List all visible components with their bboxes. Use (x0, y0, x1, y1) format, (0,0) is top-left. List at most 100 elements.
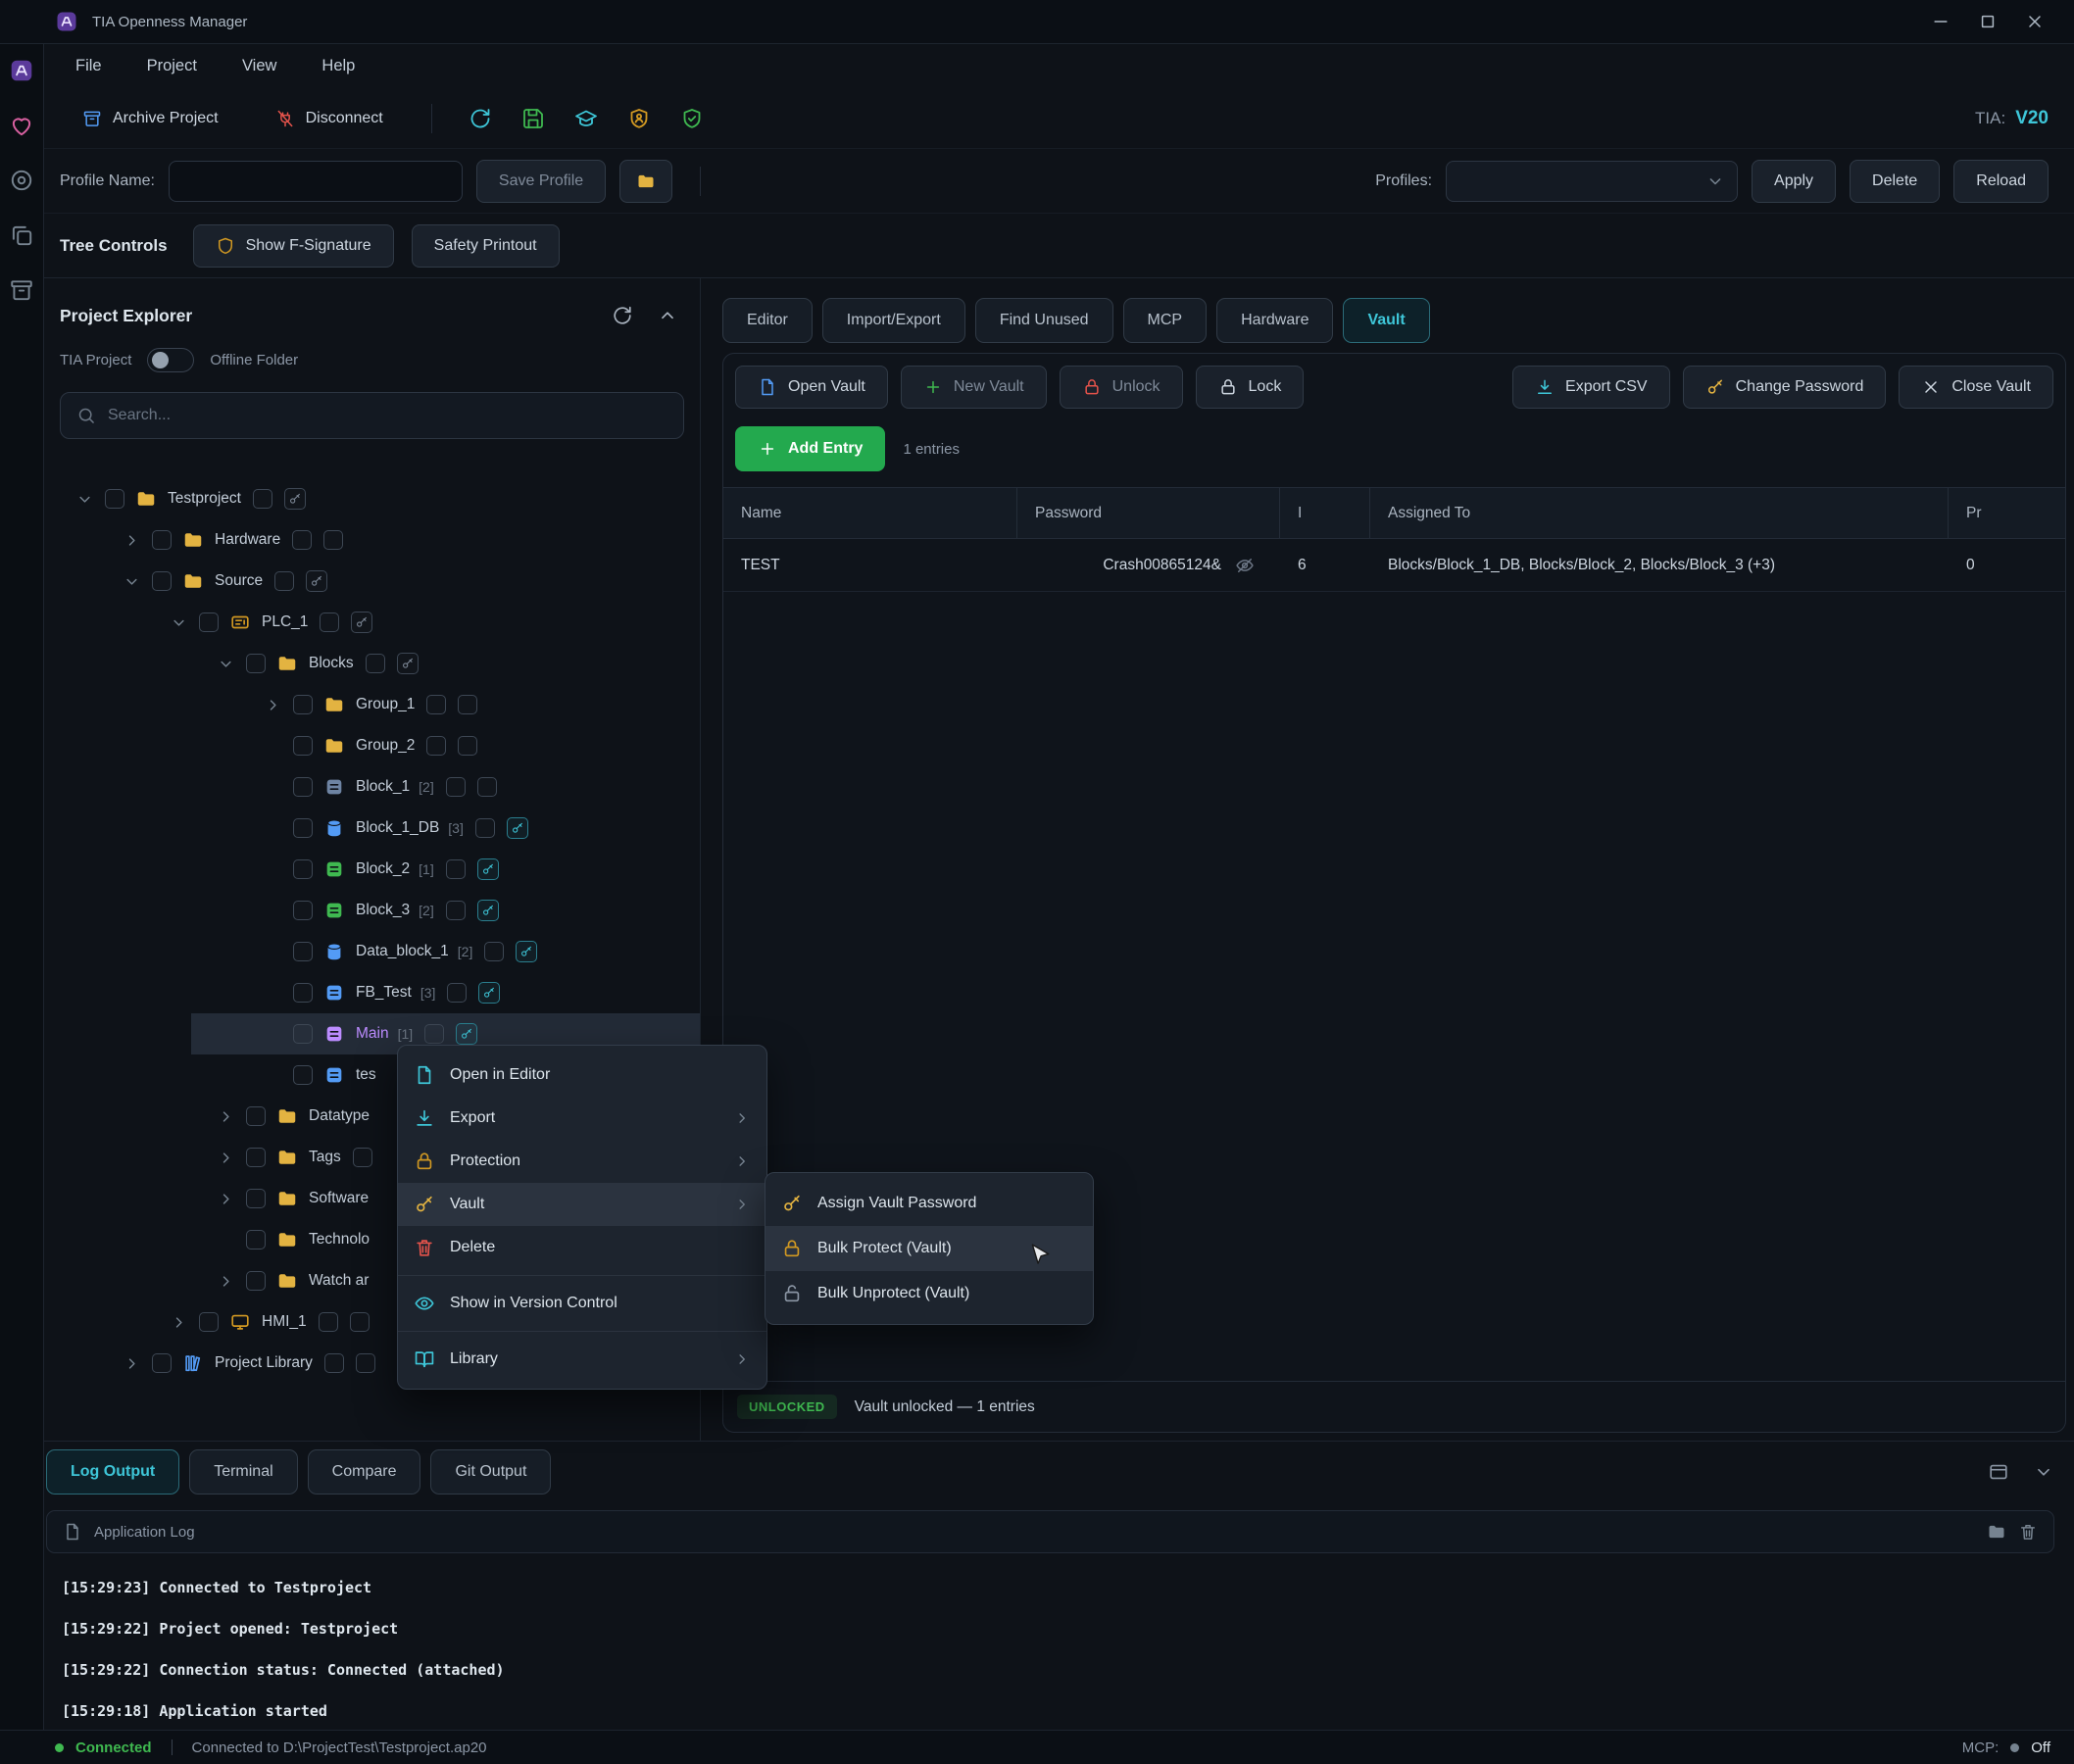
protection-checkbox[interactable] (426, 695, 446, 714)
chevron-right-icon[interactable] (260, 695, 285, 714)
tree-checkbox[interactable] (246, 654, 266, 673)
column-header-i[interactable]: I (1280, 488, 1370, 538)
protection-checkbox[interactable] (426, 736, 446, 756)
tree-checkbox[interactable] (246, 1148, 266, 1167)
protection-checkbox[interactable] (458, 736, 477, 756)
tree-item-group-1[interactable]: Group_1 (44, 684, 700, 725)
clear-log-icon[interactable] (2018, 1522, 2038, 1542)
tree-checkbox[interactable] (152, 530, 172, 550)
bottom-tab-terminal[interactable]: Terminal (189, 1449, 297, 1494)
protection-checkbox[interactable] (446, 901, 466, 920)
chevron-right-icon[interactable] (166, 1312, 191, 1332)
tree-checkbox[interactable] (246, 1106, 266, 1126)
show-f-signature-button[interactable]: Show F-Signature (193, 224, 394, 268)
menu-view[interactable]: View (242, 57, 276, 75)
rail-copy-button[interactable] (7, 220, 36, 250)
tree-checkbox[interactable] (293, 983, 313, 1003)
tab-hardware[interactable]: Hardware (1216, 298, 1333, 343)
tab-vault[interactable]: Vault (1343, 298, 1429, 343)
tree-checkbox[interactable] (293, 1065, 313, 1085)
menu-file[interactable]: File (75, 57, 102, 75)
vault-key-icon[interactable] (306, 570, 327, 592)
tree-item-block-1-db[interactable]: Block_1_DB[3] (44, 808, 700, 849)
protection-checkbox[interactable] (366, 654, 385, 673)
column-header-name[interactable]: Name (723, 488, 1017, 538)
chevron-down-icon[interactable] (72, 489, 97, 509)
tree-item-fb-test[interactable]: FB_Test[3] (44, 972, 700, 1013)
protection-checkbox[interactable] (356, 1353, 375, 1373)
archive-project-button[interactable]: Archive Project (60, 97, 241, 140)
close-vault-button[interactable]: Close Vault (1899, 366, 2053, 409)
open-log-folder-icon[interactable] (1987, 1522, 2006, 1542)
chevron-right-icon[interactable] (213, 1189, 238, 1208)
protection-checkbox[interactable] (350, 1312, 370, 1332)
search-input[interactable] (108, 407, 667, 424)
tree-checkbox[interactable] (199, 1312, 219, 1332)
protection-checkbox[interactable] (475, 818, 495, 838)
protection-checkbox[interactable] (484, 942, 504, 961)
tree-item-group-2[interactable]: Group_2 (44, 725, 700, 766)
export-csv-button[interactable]: Export CSV (1512, 366, 1670, 409)
tree-checkbox[interactable] (293, 818, 313, 838)
disconnect-button[interactable]: Disconnect (253, 97, 406, 140)
panel-layout-icon[interactable] (1988, 1461, 2009, 1483)
maximize-button[interactable] (1978, 12, 1998, 31)
chevron-down-icon[interactable] (119, 571, 144, 591)
protection-checkbox[interactable] (323, 530, 343, 550)
vault-key-icon[interactable] (477, 858, 499, 880)
column-header-pr[interactable]: Pr (1949, 488, 2065, 538)
profile-name-input[interactable] (169, 161, 463, 202)
submenu-item-assign-vault-password[interactable]: Assign Vault Password (765, 1181, 1093, 1226)
chevron-right-icon[interactable] (213, 1271, 238, 1291)
chevron-right-icon[interactable] (119, 530, 144, 550)
tree-checkbox[interactable] (246, 1271, 266, 1291)
tree-item-testproject[interactable]: Testproject (44, 478, 700, 519)
tree-item-block-2[interactable]: Block_2[1] (44, 849, 700, 890)
profiles-select[interactable] (1446, 161, 1738, 202)
vault-key-icon[interactable] (507, 817, 528, 839)
project-source-toggle[interactable] (147, 348, 194, 372)
tree-checkbox[interactable] (105, 489, 124, 509)
minimize-button[interactable] (1931, 12, 1951, 31)
rail-target-button[interactable] (7, 166, 36, 195)
new-vault-button[interactable]: New Vault (901, 366, 1047, 409)
context-menu-item-show-in-version-control[interactable]: Show in Version Control (398, 1282, 766, 1325)
close-button[interactable] (2025, 12, 2045, 31)
tree-item-hardware[interactable]: Hardware (44, 519, 700, 561)
rail-heart-button[interactable] (7, 111, 36, 140)
context-menu-item-vault[interactable]: Vault (398, 1183, 766, 1226)
context-menu-item-delete[interactable]: Delete (398, 1226, 766, 1269)
eye-off-icon[interactable] (1235, 556, 1255, 575)
save-profile-button[interactable]: Save Profile (476, 160, 606, 203)
tree-checkbox[interactable] (152, 571, 172, 591)
search-box[interactable] (60, 392, 684, 439)
tab-mcp[interactable]: MCP (1123, 298, 1208, 343)
tree-checkbox[interactable] (293, 942, 313, 961)
unlock-button[interactable]: Unlock (1060, 366, 1183, 409)
protection-checkbox[interactable] (319, 1312, 338, 1332)
rail-app-logo-button[interactable] (7, 56, 36, 85)
chevron-down-icon[interactable] (213, 654, 238, 673)
submenu-item-bulk-unprotect-vault[interactable]: Bulk Unprotect (Vault) (765, 1271, 1093, 1316)
open-vault-button[interactable]: Open Vault (735, 366, 888, 409)
lock-button[interactable]: Lock (1196, 366, 1305, 409)
tree-checkbox[interactable] (293, 777, 313, 797)
bottom-tab-git-output[interactable]: Git Output (430, 1449, 551, 1494)
toolbar-refresh-button[interactable] (466, 104, 495, 133)
vault-key-icon[interactable] (477, 900, 499, 921)
bottom-tab-compare[interactable]: Compare (308, 1449, 421, 1494)
protection-checkbox[interactable] (447, 983, 467, 1003)
toolbar-shield-check-button[interactable] (677, 104, 707, 133)
tree-item-blocks[interactable]: Blocks (44, 643, 700, 684)
context-menu-item-export[interactable]: Export (398, 1097, 766, 1140)
tree-checkbox[interactable] (246, 1230, 266, 1250)
protection-checkbox[interactable] (353, 1148, 372, 1167)
vault-key-icon[interactable] (284, 488, 306, 510)
vault-key-icon[interactable] (478, 982, 500, 1004)
profile-folder-button[interactable] (619, 160, 672, 203)
tree-checkbox[interactable] (246, 1189, 266, 1208)
chevron-right-icon[interactable] (213, 1106, 238, 1126)
tree-item-block-3[interactable]: Block_3[2] (44, 890, 700, 931)
context-menu-item-open-in-editor[interactable]: Open in Editor (398, 1054, 766, 1097)
tab-editor[interactable]: Editor (722, 298, 813, 343)
